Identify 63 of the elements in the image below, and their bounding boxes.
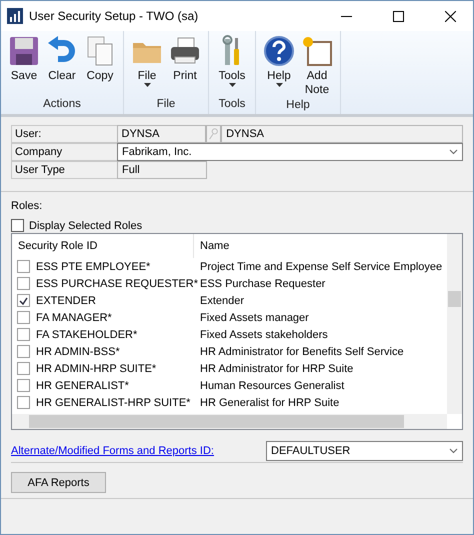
row-checkbox[interactable]	[17, 311, 30, 324]
field-label: User Type	[11, 161, 117, 179]
column-header[interactable]: Name	[194, 234, 444, 258]
user-id-field: DYNSA	[116, 125, 206, 143]
role-name-cell: ESS Purchase Requester	[200, 278, 326, 290]
role-id-cell: ESS PTE EMPLOYEE*	[36, 260, 150, 272]
alternate-forms-link[interactable]: Alternate/Modified Forms and Reports ID:	[11, 445, 214, 457]
app-logo-icon	[7, 8, 23, 24]
ribbon-button[interactable]: Copy	[81, 33, 119, 98]
ribbon-button[interactable]: Tools	[213, 33, 251, 98]
section-label: Roles:	[11, 200, 44, 212]
maximize-icon[interactable]	[392, 10, 404, 22]
role-name-cell: HR Generalist for HRP Suite	[200, 396, 340, 408]
role-id-cell: HR ADMIN-BSS*	[36, 346, 120, 358]
role-name-cell: Project Time and Expense Self Service Employee	[200, 260, 442, 272]
note-icon	[301, 35, 333, 67]
ribbon-button[interactable]: Help	[260, 33, 298, 99]
role-id-cell: HR GENERALIST-HRP SUITE*	[36, 396, 190, 408]
horizontal-scrollbar[interactable]	[12, 414, 447, 429]
ribbon-button[interactable]: Clear	[43, 33, 81, 98]
close-icon[interactable]	[444, 10, 456, 22]
row-checkbox[interactable]	[17, 379, 30, 392]
column-header[interactable]: Security Role ID	[12, 234, 194, 258]
group-label: Help	[285, 99, 311, 113]
vertical-scrollbar[interactable]	[447, 234, 462, 414]
role-id-cell: ESS PURCHASE REQUESTER*	[36, 278, 198, 290]
user-name-field: DYNSA	[221, 125, 463, 143]
group-label: Tools	[218, 98, 246, 112]
row-checkbox[interactable]	[17, 328, 30, 341]
ribbon-button[interactable]: Add Note	[298, 33, 336, 99]
checkbox[interactable]	[11, 219, 24, 232]
row-checkbox[interactable]	[17, 362, 30, 375]
company-dropdown[interactable]: Fabrikam, Inc.	[117, 143, 463, 161]
ribbon-button[interactable]: File	[128, 33, 166, 98]
lookup-icon[interactable]	[206, 125, 222, 143]
help-icon	[263, 35, 295, 67]
role-name-cell: HR Administrator for HRP Suite	[200, 362, 354, 374]
group-label: File	[156, 98, 176, 112]
checkbox-label: Display Selected Roles	[29, 220, 142, 232]
window-title: User Security Setup - TWO (sa)	[29, 9, 200, 23]
row-checkbox[interactable]	[17, 294, 30, 307]
user-type-field: Full	[117, 161, 207, 179]
field-label: Company	[11, 143, 117, 161]
afa-reports-button[interactable]: AFA Reports	[11, 472, 106, 493]
role-name-cell: Fixed Assets manager	[200, 312, 309, 324]
role-id-cell: HR GENERALIST*	[36, 380, 129, 392]
role-id-cell: EXTENDER	[36, 294, 96, 306]
ribbon-button[interactable]: Save	[5, 33, 43, 98]
role-name-cell: Extender	[200, 294, 244, 306]
forms-id-dropdown[interactable]: DEFAULTUSER	[266, 441, 463, 461]
row-checkbox[interactable]	[17, 277, 30, 290]
ribbon-button[interactable]: Print	[166, 33, 204, 98]
role-name-cell: Fixed Assets stakeholders	[200, 328, 328, 340]
role-id-cell: FA STAKEHOLDER*	[36, 328, 138, 340]
row-checkbox[interactable]	[17, 345, 30, 358]
role-name-cell: Human Resources Generalist	[200, 380, 344, 392]
group-label: Actions	[42, 98, 82, 112]
field-label: User:	[11, 125, 117, 143]
row-checkbox[interactable]	[17, 396, 30, 409]
role-id-cell: FA MANAGER*	[36, 312, 112, 324]
role-id-cell: HR ADMIN-HRP SUITE*	[36, 362, 156, 374]
role-name-cell: HR Administrator for Benefits Self Service	[200, 346, 404, 358]
row-checkbox[interactable]	[17, 260, 30, 273]
